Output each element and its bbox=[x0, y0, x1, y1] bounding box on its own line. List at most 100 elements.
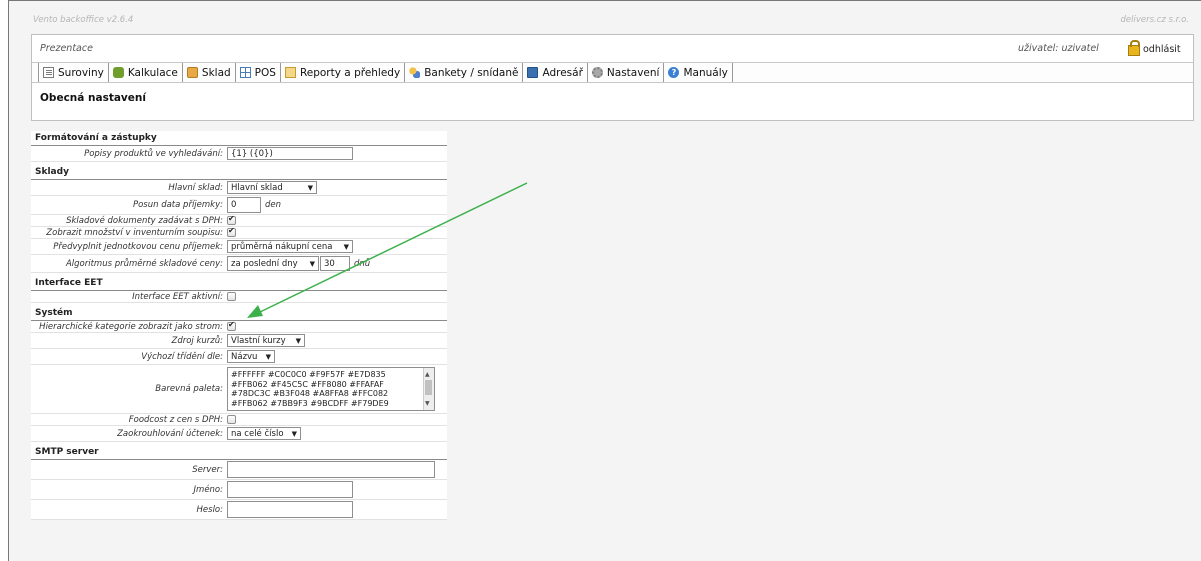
app-version: Vento backoffice v2.6.4 bbox=[33, 15, 134, 25]
row-color-palette: Barevná paleta: #FFFFFF #C0C0C0 #F9F57F … bbox=[31, 365, 447, 414]
menu-item-kalkulace[interactable]: Kalkulace bbox=[109, 63, 183, 82]
help-icon: ? bbox=[668, 67, 680, 78]
menu-label: Manuály bbox=[683, 66, 728, 79]
rounding-select[interactable]: na celé číslo ▼ bbox=[227, 427, 301, 440]
chevron-down-icon: ▼ bbox=[295, 336, 301, 345]
menu-item-bankety[interactable]: Bankety / snídaně bbox=[405, 63, 524, 82]
row-smtp-server: Server: bbox=[31, 460, 447, 480]
chevron-down-icon: ▼ bbox=[265, 352, 271, 361]
prefill-price-select[interactable]: průměrná nákupní cena ▼ bbox=[227, 240, 353, 253]
row-foodcost: Foodcost z cen s DPH: bbox=[31, 414, 447, 426]
default-sort-select[interactable]: Názvu ▼ bbox=[227, 350, 275, 363]
grid-icon bbox=[239, 67, 251, 78]
prefill-price-label: Předvyplnit jednotkovou cenu příjemek: bbox=[53, 241, 223, 252]
section-eet: Interface EET bbox=[31, 276, 447, 291]
rates-source-select[interactable]: Vlastní kurzy ▼ bbox=[227, 334, 305, 347]
row-inventory-qty: Zobrazit množství v inventurním soupisu: bbox=[31, 226, 447, 239]
foodcost-checkbox[interactable] bbox=[227, 415, 236, 424]
rates-source-label: Zdroj kurzů: bbox=[171, 335, 224, 346]
avg-days-unit: dnů bbox=[354, 258, 371, 269]
menu-item-sklad[interactable]: Sklad bbox=[183, 63, 236, 82]
box-icon bbox=[186, 67, 198, 78]
select-value: průměrná nákupní cena bbox=[231, 241, 333, 252]
tree-categories-checkbox[interactable] bbox=[227, 320, 236, 331]
palette-line: #FFB062 #F45C5C #FF8080 #FFAFAF bbox=[231, 379, 384, 389]
smtp-name-label: Jméno: bbox=[193, 484, 223, 495]
color-palette-textarea[interactable]: #FFFFFF #C0C0C0 #F9F57F #E7D835 #FFB062 … bbox=[227, 367, 435, 411]
chevron-down-icon: ▼ bbox=[291, 429, 297, 438]
scroll-up-icon[interactable]: ▲ bbox=[425, 370, 430, 380]
menu-label: Adresář bbox=[542, 66, 583, 79]
foodcost-label: Foodcost z cen s DPH: bbox=[128, 414, 223, 425]
row-eet-active: Interface EET aktivní: bbox=[31, 291, 447, 303]
eet-active-label: Interface EET aktivní: bbox=[132, 291, 223, 302]
vat-docs-label: Skladové dokumenty zadávat s DPH: bbox=[66, 215, 223, 226]
row-prefill-price: Předvyplnit jednotkovou cenu příjemek: p… bbox=[31, 239, 447, 255]
menu-item-manualy[interactable]: ? Manuály bbox=[664, 63, 733, 82]
gear-icon bbox=[591, 67, 603, 78]
page-title: Obecná nastavení bbox=[40, 92, 146, 104]
scroll-down-icon[interactable]: ▼ bbox=[425, 399, 430, 409]
row-tree-categories: Hierarchické kategorie zobrazit jako str… bbox=[31, 320, 447, 333]
address-book-icon bbox=[527, 67, 539, 78]
row-rounding: Zaokrouhlování účtenek: na celé číslo ▼ bbox=[31, 426, 447, 442]
report-icon bbox=[284, 67, 296, 78]
menu-item-nastaveni[interactable]: Nastavení bbox=[588, 63, 665, 82]
main-warehouse-select[interactable]: Hlavní sklad ▼ bbox=[227, 181, 317, 194]
chevron-down-icon: ▼ bbox=[309, 259, 315, 268]
select-value: za poslední dny bbox=[231, 258, 298, 269]
row-receipt-shift: Posun data příjemky: den bbox=[31, 196, 447, 215]
tree-categories-label: Hierarchické kategorie zobrazit jako str… bbox=[39, 321, 223, 332]
section-formatting: Formátování a zástupky bbox=[31, 131, 447, 146]
header-panel: Prezentace uživatel: uzivatel odhlásit S… bbox=[31, 34, 1194, 121]
row-product-desc: Popisy produktů ve vyhledávání: bbox=[31, 146, 447, 162]
product-desc-input[interactable] bbox=[227, 147, 353, 160]
location-label: Prezentace bbox=[40, 43, 93, 54]
current-user: uživatel: uzivatel bbox=[1018, 43, 1099, 54]
product-desc-label: Popisy produktů ve vyhledávání: bbox=[84, 148, 223, 159]
menu-label: POS bbox=[254, 66, 276, 79]
menu-item-pos[interactable]: POS bbox=[236, 63, 281, 82]
smtp-name-input[interactable] bbox=[227, 481, 353, 498]
palette-line: #FFFFFF #C0C0C0 #F9F57F #E7D835 bbox=[231, 370, 386, 379]
palette-line: #FFB062 #7BB9F3 #9BCDFF #F79DE9 bbox=[231, 398, 389, 408]
document-list-icon bbox=[43, 67, 54, 78]
menu-label: Kalkulace bbox=[127, 66, 178, 79]
rounding-label: Zaokrouhlování účtenek: bbox=[117, 428, 223, 439]
avg-algorithm-label: Algoritmus průměrné skladové ceny: bbox=[65, 258, 223, 269]
menu-label: Nastavení bbox=[606, 66, 660, 79]
row-avg-algorithm: Algoritmus průměrné skladové ceny: za po… bbox=[31, 255, 447, 273]
avg-days-input[interactable] bbox=[320, 256, 350, 271]
menu-item-reporty[interactable]: Reporty a přehledy bbox=[281, 63, 406, 82]
menu-label: Reporty a přehledy bbox=[299, 66, 401, 79]
select-value: na celé číslo bbox=[231, 428, 284, 439]
select-value: Hlavní sklad bbox=[231, 182, 283, 193]
row-smtp-name: Jméno: bbox=[31, 480, 447, 500]
receipt-shift-input[interactable] bbox=[227, 197, 261, 213]
logout-label: odhlásit bbox=[1143, 43, 1181, 55]
row-default-sort: Výchozí třídění dle: Názvu ▼ bbox=[31, 349, 447, 365]
row-smtp-password: Heslo: bbox=[31, 500, 447, 520]
eet-active-checkbox[interactable] bbox=[227, 292, 236, 301]
smtp-server-label: Server: bbox=[192, 464, 223, 475]
main-menu: Suroviny Kalkulace Sklad POS Reporty a p… bbox=[32, 62, 1193, 83]
settings-form: Formátování a zástupky Popisy produktů v… bbox=[31, 131, 447, 520]
scroll-thumb[interactable] bbox=[425, 380, 432, 395]
smtp-password-input[interactable] bbox=[227, 501, 353, 518]
inventory-qty-checkbox[interactable] bbox=[227, 226, 236, 237]
smtp-server-input[interactable] bbox=[227, 461, 435, 478]
menu-item-adresar[interactable]: Adresář bbox=[523, 63, 588, 82]
main-warehouse-label: Hlavní sklad: bbox=[168, 182, 223, 193]
select-value: Vlastní kurzy bbox=[231, 335, 286, 346]
color-palette-label: Barevná paleta: bbox=[155, 384, 223, 394]
receipt-shift-label: Posun data příjemky: bbox=[132, 200, 223, 210]
vat-docs-checkbox[interactable] bbox=[227, 214, 236, 225]
section-warehouses: Sklady bbox=[31, 165, 447, 180]
logout-link[interactable]: odhlásit bbox=[1128, 40, 1181, 56]
textarea-scrollbar[interactable]: ▲ ▼ bbox=[423, 368, 434, 410]
avg-algorithm-select[interactable]: za poslední dny ▼ bbox=[227, 256, 319, 271]
menu-item-suroviny[interactable]: Suroviny bbox=[38, 63, 109, 82]
app-page: Vento backoffice v2.6.4 delivers.cz s.r.… bbox=[8, 0, 1201, 561]
section-smtp: SMTP server bbox=[31, 445, 447, 460]
select-value: Názvu bbox=[231, 351, 258, 362]
